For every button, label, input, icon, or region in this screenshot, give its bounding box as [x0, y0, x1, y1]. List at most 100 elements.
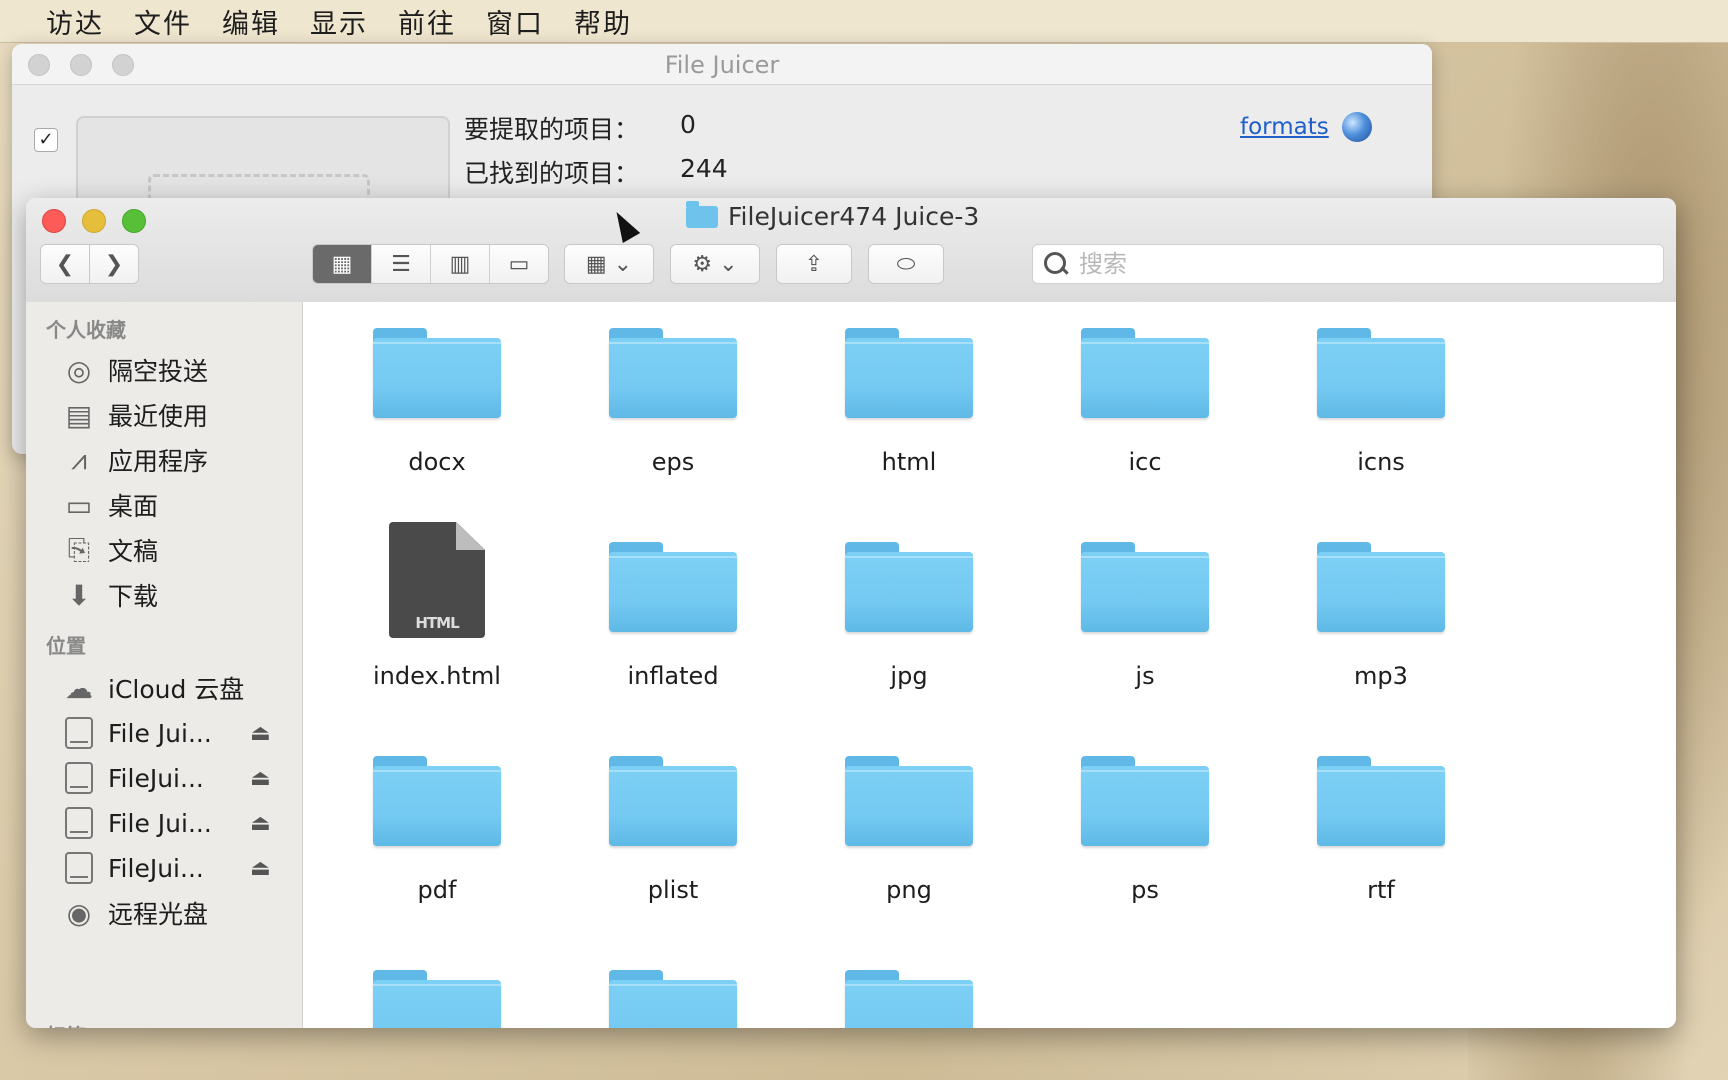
gear-icon: ⚙ — [692, 251, 713, 277]
finder-title: FileJuicer474 Juice-3 — [686, 200, 980, 231]
sidebar-item-label: FileJui... — [108, 853, 204, 883]
finder-title-text: FileJuicer474 Juice-3 — [728, 202, 980, 231]
sidebar-item-volume-1[interactable]: File Jui... ⏏ — [60, 713, 296, 753]
folder-item[interactable]: mp3 — [1281, 542, 1481, 690]
chevron-right-icon: ❯ — [104, 251, 124, 277]
tags-button[interactable]: ⬭ — [868, 244, 944, 284]
gallery-view-button[interactable]: ▭ — [490, 245, 548, 283]
folder-item[interactable]: icns — [1281, 328, 1481, 476]
eject-icon[interactable]: ⏏ — [250, 721, 271, 746]
zoom-button[interactable] — [122, 209, 146, 233]
gallery-icon: ▭ — [508, 251, 530, 277]
items-found-value: 244 — [680, 154, 728, 183]
folder-icon — [609, 970, 737, 1028]
globe-icon[interactable] — [1342, 112, 1372, 142]
sidebar-item-label: 隔空投送 — [108, 357, 209, 386]
folder-icon — [373, 756, 501, 846]
folder-item[interactable] — [809, 970, 1009, 1028]
folder-icon — [609, 756, 737, 846]
folder-item[interactable] — [573, 970, 773, 1028]
item-name: icns — [1357, 448, 1405, 476]
share-button[interactable]: ⇪ — [776, 244, 852, 284]
folder-item[interactable]: eps — [573, 328, 773, 476]
menu-view[interactable]: 显示 — [310, 2, 368, 41]
sidebar-item-downloads[interactable]: ⬇ 下载 — [60, 575, 296, 615]
item-name: docx — [408, 448, 466, 476]
search-input[interactable] — [1077, 249, 1641, 279]
folder-item[interactable]: pdf — [337, 756, 537, 904]
recents-icon: ▤ — [65, 398, 93, 432]
view-mode-segmented: ▦ ☰ ▥ ▭ — [312, 244, 549, 284]
folder-item[interactable]: icc — [1045, 328, 1245, 476]
cloud-icon: ☁ — [65, 671, 93, 705]
list-icon: ☰ — [391, 251, 411, 277]
folder-icon — [609, 542, 737, 632]
disc-icon: ◉ — [66, 896, 92, 930]
sidebar-item-applications[interactable]: ⩘ 应用程序 — [60, 440, 296, 480]
item-name: plist — [647, 876, 699, 904]
close-button[interactable] — [42, 209, 66, 233]
item-name: mp3 — [1354, 662, 1408, 690]
menu-window[interactable]: 窗口 — [486, 2, 544, 41]
sidebar-item-airdrop[interactable]: ◎ 隔空投送 — [60, 350, 296, 390]
window-title: File Juicer — [664, 51, 780, 79]
folder-item[interactable]: docx — [337, 328, 537, 476]
menu-bar: 访达 文件 编辑 显示 前往 窗口 帮助 — [0, 0, 1728, 43]
sidebar-item-desktop[interactable]: ▭ 桌面 — [60, 485, 296, 525]
search-field[interactable] — [1032, 244, 1664, 284]
item-name: pdf — [417, 876, 457, 904]
folder-icon — [373, 328, 501, 418]
sidebar-item-volume-3[interactable]: File Jui... ⏏ — [60, 803, 296, 843]
folder-item[interactable]: html — [809, 328, 1009, 476]
sidebar-item-remote-disc[interactable]: ◉ 远程光盘 — [60, 893, 296, 933]
group-by-button[interactable]: ▦ ⌄ — [564, 244, 654, 284]
html-file-icon: HTML — [389, 522, 485, 638]
menu-help[interactable]: 帮助 — [574, 2, 632, 41]
sidebar-item-volume-2[interactable]: FileJui... ⏏ — [60, 758, 296, 798]
eject-icon[interactable]: ⏏ — [250, 766, 271, 791]
folder-item[interactable]: ps — [1045, 756, 1245, 904]
eject-icon[interactable]: ⏏ — [250, 811, 271, 836]
forward-button[interactable]: ❯ — [89, 244, 139, 284]
folder-item[interactable]: inflated — [573, 542, 773, 690]
sidebar: 个人收藏 ◎ 隔空投送 ▤ 最近使用 ⩘ 应用程序 ▭ 桌面 ⎘ 文稿 ⬇ 下载… — [26, 302, 303, 1028]
menu-edit[interactable]: 编辑 — [222, 2, 280, 41]
sidebar-item-documents[interactable]: ⎘ 文稿 — [60, 530, 296, 570]
sidebar-item-recents[interactable]: ▤ 最近使用 — [60, 395, 296, 435]
folder-item[interactable]: jpg — [809, 542, 1009, 690]
disk-icon — [60, 849, 98, 887]
folder-icon — [845, 756, 973, 846]
menu-file[interactable]: 文件 — [134, 2, 192, 41]
items-to-extract-label: 要提取的项目： — [464, 115, 640, 144]
chevron-down-icon: ⌄ — [613, 251, 633, 277]
sidebar-item-icloud[interactable]: ☁ iCloud 云盘 — [60, 668, 296, 708]
folder-item[interactable]: rtf — [1281, 756, 1481, 904]
item-name: rtf — [1367, 876, 1395, 904]
folder-item[interactable]: png — [809, 756, 1009, 904]
folder-item[interactable] — [337, 970, 537, 1028]
folder-item[interactable]: plist — [573, 756, 773, 904]
formats-link[interactable]: formats — [1240, 114, 1329, 140]
airdrop-icon: ◎ — [66, 353, 92, 387]
list-view-button[interactable]: ☰ — [372, 245, 431, 283]
action-menu-button[interactable]: ⚙ ⌄ — [670, 244, 760, 284]
folder-item[interactable]: js — [1045, 542, 1245, 690]
sidebar-item-volume-4[interactable]: FileJui... ⏏ — [60, 848, 296, 888]
sidebar-favorites-header: 个人收藏 — [46, 318, 126, 342]
chevron-down-icon: ⌄ — [719, 251, 738, 277]
column-view-button[interactable]: ▥ — [431, 245, 490, 283]
minimize-button[interactable] — [82, 209, 106, 233]
back-button[interactable]: ❮ — [40, 244, 90, 284]
menu-finder[interactable]: 访达 — [46, 2, 104, 41]
finder-toolbar: FileJuicer474 Juice-3 ❮ ❯ ▦ ☰ ▥ ▭ ▦ ⌄ ⚙ … — [26, 198, 1676, 303]
icon-view-button[interactable]: ▦ — [313, 245, 372, 283]
menu-go[interactable]: 前往 — [398, 2, 456, 41]
file-item[interactable]: HTML index.html — [337, 522, 537, 690]
eject-icon[interactable]: ⏏ — [250, 856, 271, 881]
folder-icon — [373, 970, 501, 1028]
option-checkbox[interactable]: ✓ — [34, 128, 58, 152]
folder-icon — [1081, 328, 1209, 418]
disk-icon — [60, 714, 98, 752]
item-name: icc — [1128, 448, 1162, 476]
sidebar-item-label: 文稿 — [108, 537, 159, 566]
